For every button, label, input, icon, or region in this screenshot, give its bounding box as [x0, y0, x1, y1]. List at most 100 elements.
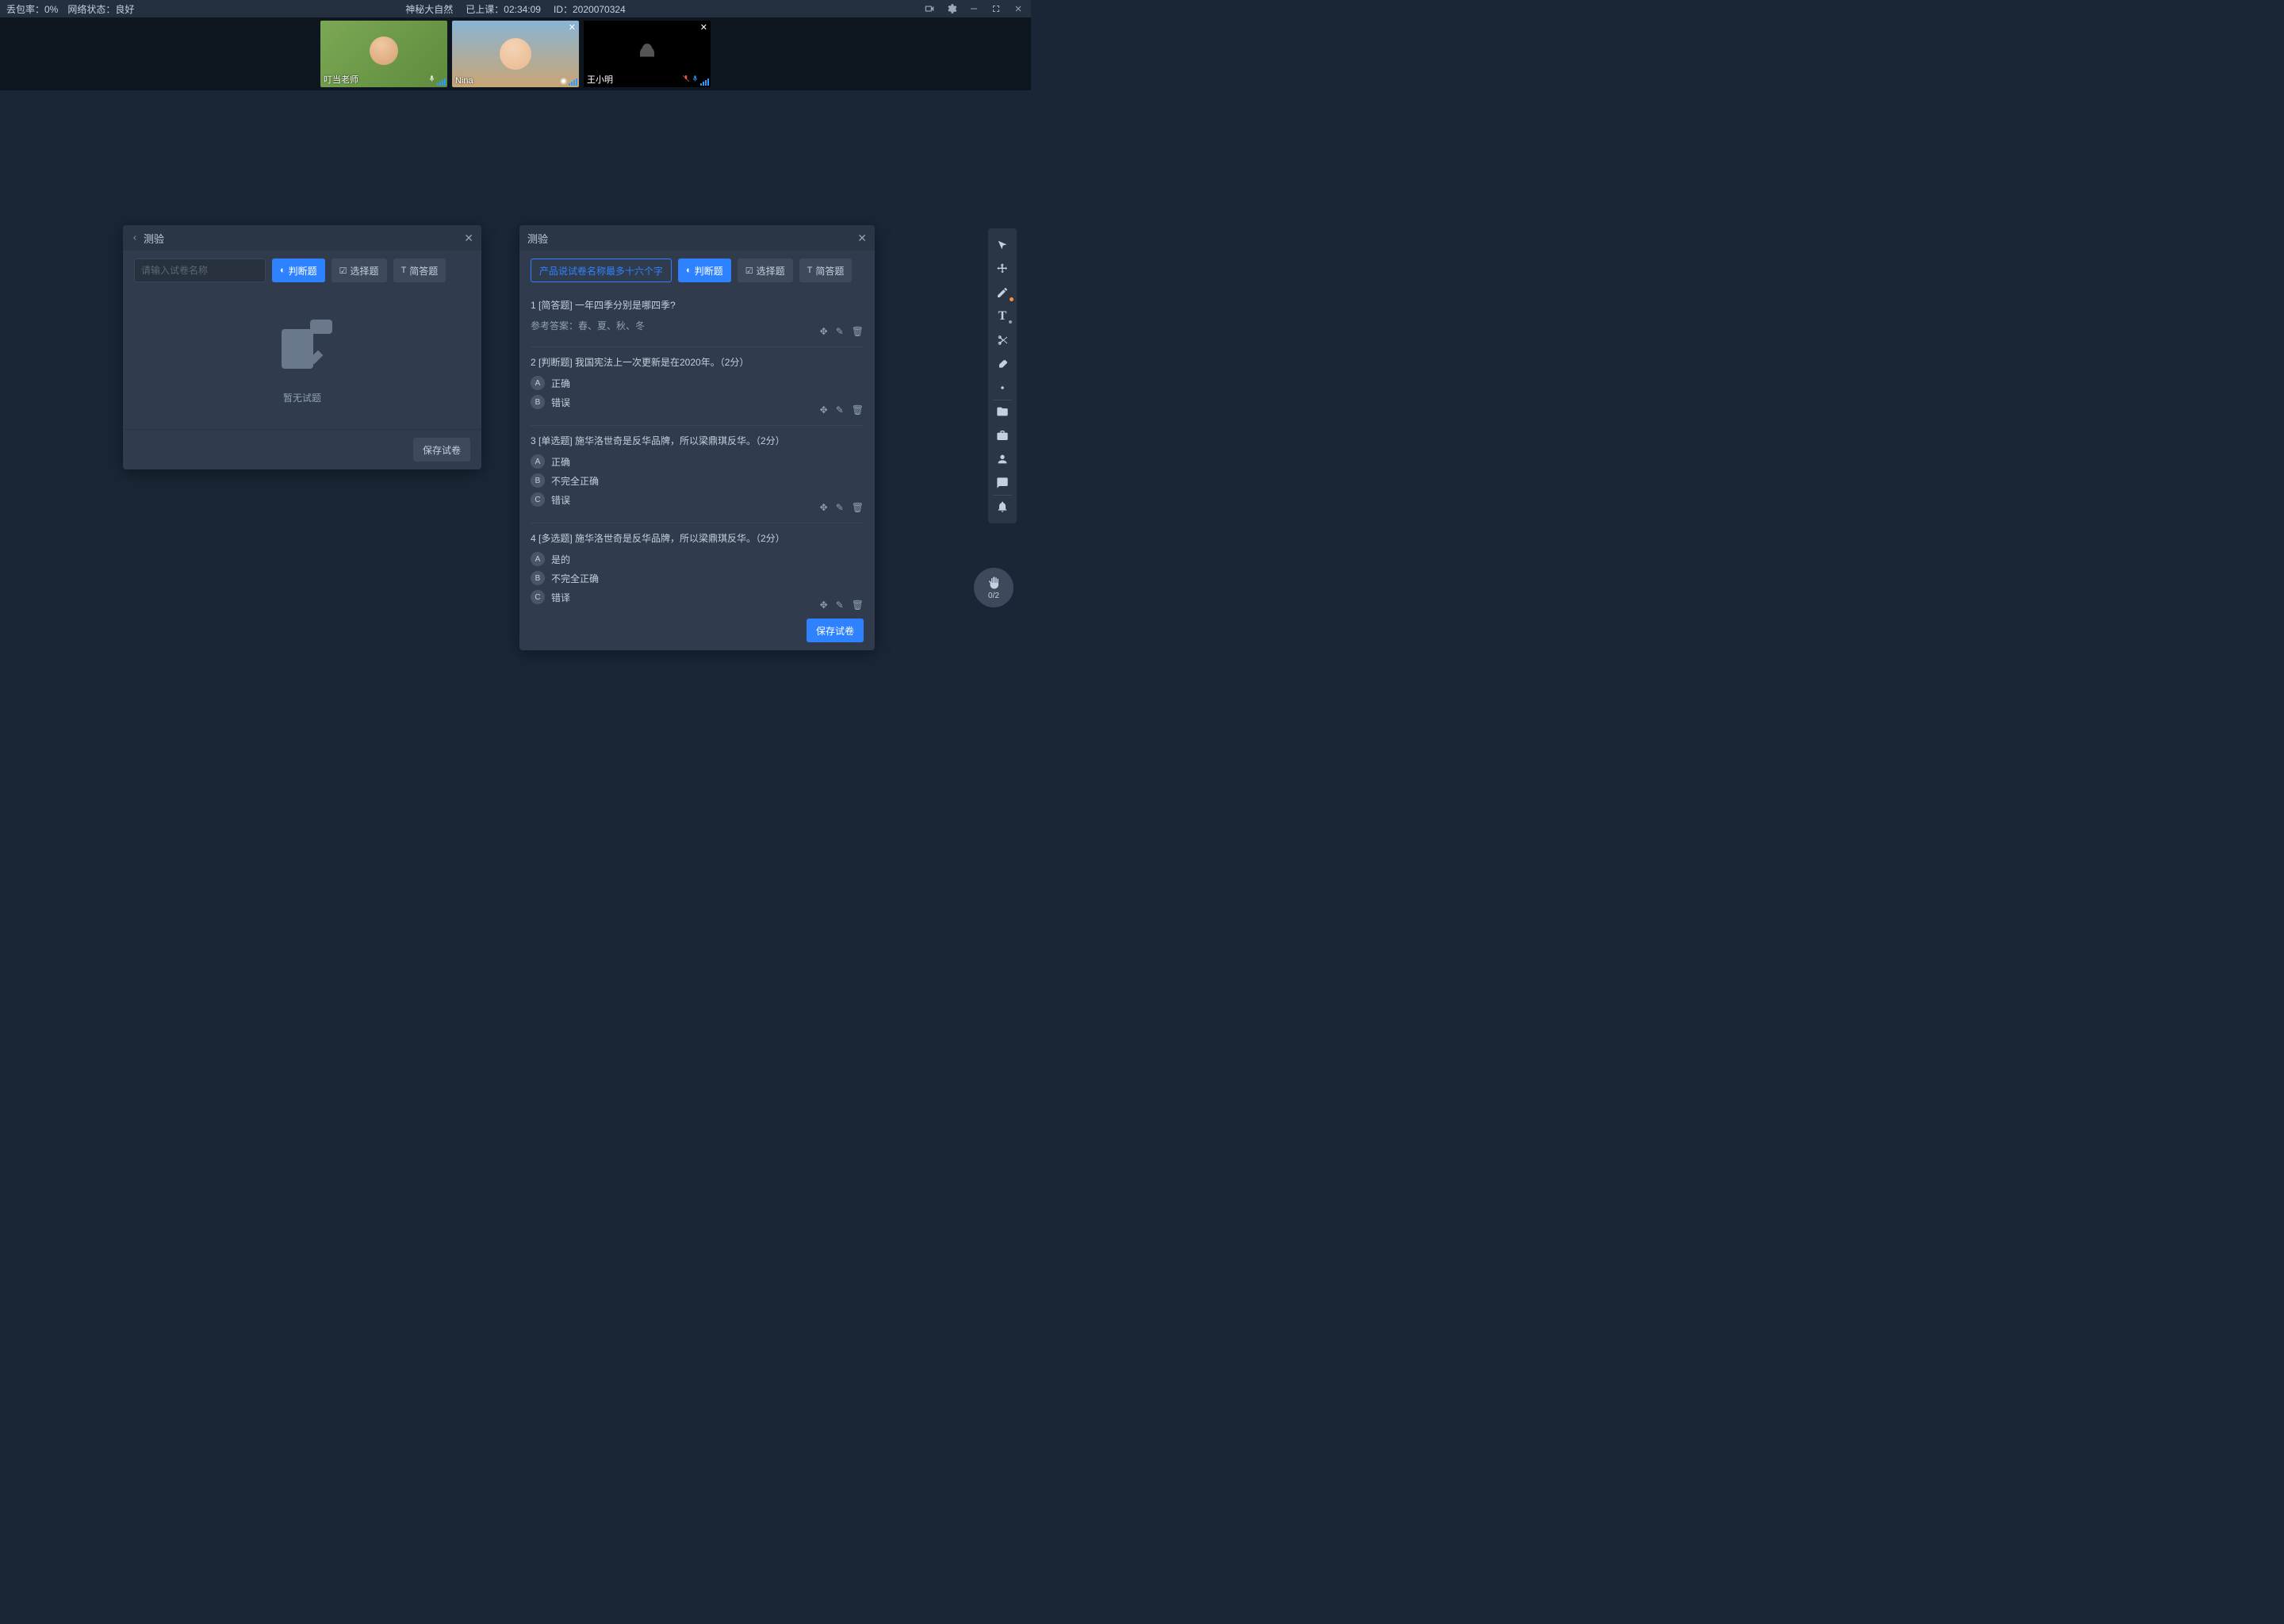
select-icon: ☑ [745, 266, 753, 276]
judge-question-button[interactable]: ◐ 判断题 [678, 259, 731, 282]
class-title: 神秘大自然 [405, 2, 453, 16]
mic-icon [692, 74, 699, 86]
video-name: 王小明 [587, 73, 613, 86]
maximize-icon[interactable] [990, 2, 1002, 15]
chat-tool[interactable] [988, 471, 1017, 495]
session-id: ID：2020070324 [554, 2, 626, 16]
network-status: 网络状态：良好 [67, 2, 134, 16]
option-badge: C [531, 492, 545, 507]
panel-header: 测验 ✕ [519, 225, 875, 251]
question-option[interactable]: C 错译 [531, 590, 864, 604]
question-title: 3 [单选题] 施华洛世奇是反华品牌，所以梁鼎琪反华。（2分） [531, 434, 864, 448]
signal-icon [437, 79, 446, 86]
edit-icon[interactable]: ✎ [836, 404, 844, 416]
mic-icon [428, 74, 435, 86]
question-answer: 参考答案：春、夏、秋、冬 [531, 319, 864, 332]
signal-icon [700, 79, 709, 86]
short-icon: T [807, 266, 813, 275]
question-option[interactable]: A 是的 [531, 552, 864, 566]
move-icon[interactable]: ✥ [820, 599, 828, 611]
option-text: 是的 [551, 553, 570, 566]
video-name: Nina [455, 76, 473, 86]
quiz-name-display[interactable]: 产品说试卷名称最多十六个字 [531, 259, 672, 282]
question-option[interactable]: B 不完全正确 [531, 571, 864, 585]
move-icon[interactable]: ✥ [820, 404, 828, 416]
question-option[interactable]: A 正确 [531, 454, 864, 469]
option-badge: A [531, 376, 545, 390]
cursor-tool[interactable] [988, 233, 1017, 257]
close-icon[interactable]: ✕ [464, 232, 473, 245]
edit-icon[interactable]: ✎ [836, 599, 844, 611]
title-bar: 丢包率：0% 网络状态：良好 神秘大自然 已上课：02:34:09 ID：202… [0, 0, 1031, 17]
select-icon: ☑ [339, 266, 347, 276]
select-question-button[interactable]: ☑ 选择题 [738, 259, 793, 282]
video-close-icon[interactable]: ✕ [700, 22, 707, 33]
pen-tool[interactable] [988, 281, 1017, 304]
select-question-button[interactable]: ☑ 选择题 [331, 259, 387, 282]
save-quiz-button[interactable]: 保存试卷 [413, 438, 470, 462]
short-question-button[interactable]: T 简答题 [799, 259, 853, 282]
delete-icon[interactable]: 🗑 [852, 502, 864, 513]
class-time: 已上课：02:34:09 [466, 2, 541, 16]
save-quiz-button[interactable]: 保存试卷 [807, 619, 864, 642]
move-icon[interactable]: ✥ [820, 502, 828, 513]
delete-icon[interactable]: 🗑 [852, 326, 864, 337]
panel-header: 测验 ✕ [123, 225, 481, 251]
packet-loss: 丢包率：0% [6, 2, 58, 16]
edit-icon[interactable]: ✎ [836, 502, 844, 513]
delete-icon[interactable]: 🗑 [852, 599, 864, 611]
more-tool[interactable] [988, 376, 1017, 400]
scissors-tool[interactable] [988, 328, 1017, 352]
question-item: 2 [判断题] 我国宪法上一次更新是在2020年。（2分） A 正确 B 错误 … [531, 347, 864, 426]
empty-state: 暂无试题 [123, 290, 481, 429]
question-option[interactable]: B 不完全正确 [531, 473, 864, 488]
bell-tool[interactable] [988, 495, 1017, 519]
option-badge: B [531, 473, 545, 488]
panel-title: 测验 [527, 231, 548, 246]
quiz-name-input[interactable] [134, 259, 266, 282]
option-badge: B [531, 571, 545, 585]
option-badge: B [531, 395, 545, 409]
mic-muted-icon [682, 74, 690, 86]
hand-icon [987, 576, 1001, 590]
folder-tool[interactable] [988, 400, 1017, 423]
option-badge: C [531, 590, 545, 604]
question-title: 4 [多选题] 施华洛世奇是反华品牌，所以梁鼎琪反华。（2分） [531, 531, 864, 546]
close-icon[interactable]: ✕ [857, 232, 867, 245]
option-text: 错译 [551, 591, 570, 604]
camera-off-icon [633, 36, 661, 71]
move-tool[interactable] [988, 257, 1017, 281]
option-badge: A [531, 454, 545, 469]
people-tool[interactable] [988, 447, 1017, 471]
video-tile-student-2[interactable]: ✕ 王小明 [584, 21, 711, 87]
questions-list: 1 [简答题] 一年四季分别是哪四季? 参考答案：春、夏、秋、冬 ✥ ✎ 🗑 2… [519, 290, 875, 614]
move-icon[interactable]: ✥ [820, 326, 828, 337]
camera-toggle-icon[interactable] [923, 2, 936, 15]
quiz-panel-editor: 测验 ✕ 产品说试卷名称最多十六个字 ◐ 判断题 ☑ 选择题 T 简答题 1 [… [519, 225, 875, 650]
question-option[interactable]: C 错误 [531, 492, 864, 507]
close-icon[interactable] [1012, 2, 1025, 15]
hand-count: 0/2 [988, 592, 999, 600]
settings-icon[interactable] [945, 2, 958, 15]
video-close-icon[interactable]: ✕ [569, 22, 576, 33]
mic-icon: ◉ [560, 77, 567, 86]
text-tool[interactable]: T [988, 304, 1017, 328]
question-option[interactable]: B 错误 [531, 395, 864, 409]
raise-hand-button[interactable]: 0/2 [974, 568, 1014, 607]
judge-question-button[interactable]: ◐ 判断题 [272, 259, 325, 282]
short-question-button[interactable]: T 简答题 [393, 259, 446, 282]
signal-icon [569, 79, 577, 86]
eraser-tool[interactable] [988, 352, 1017, 376]
toolbox-tool[interactable] [988, 423, 1017, 447]
back-icon[interactable] [131, 232, 139, 244]
delete-icon[interactable]: 🗑 [852, 404, 864, 416]
question-option[interactable]: A 正确 [531, 376, 864, 390]
minimize-icon[interactable] [968, 2, 980, 15]
question-title: 2 [判断题] 我国宪法上一次更新是在2020年。（2分） [531, 355, 864, 370]
video-strip: 叮当老师 ✕ Nina ◉ ✕ 王小明 [0, 17, 1031, 90]
edit-icon[interactable]: ✎ [836, 326, 844, 337]
video-tile-teacher[interactable]: 叮当老师 [320, 21, 447, 87]
question-item: 1 [简答题] 一年四季分别是哪四季? 参考答案：春、夏、秋、冬 ✥ ✎ 🗑 [531, 290, 864, 347]
video-tile-student-1[interactable]: ✕ Nina ◉ [452, 21, 579, 87]
quiz-panel-empty: 测验 ✕ ◐ 判断题 ☑ 选择题 T 简答题 [123, 225, 481, 469]
